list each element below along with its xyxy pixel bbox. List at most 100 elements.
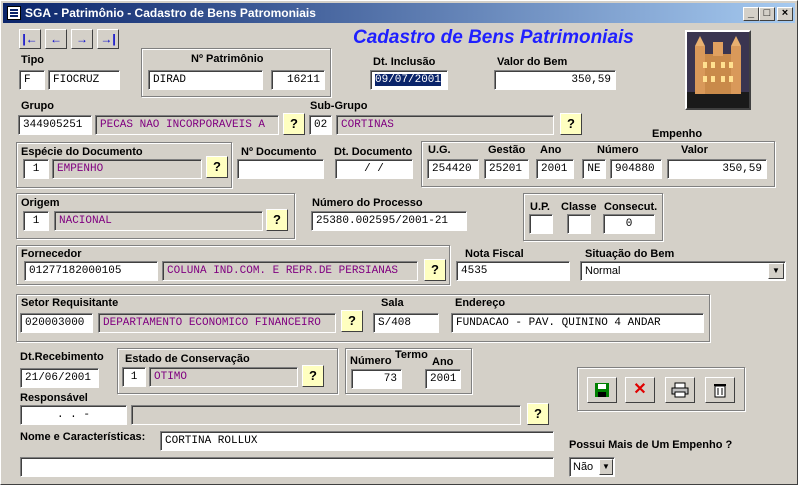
responsavel-label: Responsável (20, 392, 88, 404)
cancel-x-icon: ✕ (633, 381, 647, 398)
subgrupo-code-field[interactable]: 02 (309, 115, 332, 135)
origem-name-field[interactable]: NACIONAL (54, 211, 263, 231)
page-title: Cadastro de Bens Patrimoniais (353, 27, 634, 48)
origem-lookup-button[interactable]: ? (266, 209, 288, 231)
grupo-lookup-button[interactable]: ? (283, 113, 305, 135)
ne-field[interactable]: NE (582, 159, 606, 179)
empenho-label: Empenho (652, 128, 703, 140)
ano-field[interactable]: 2001 (536, 159, 574, 179)
patrimonio-label: Nº Patrimônio (191, 53, 264, 65)
window-title: SGA - Patrimônio - Cadastro de Bens Patr… (25, 6, 316, 20)
dt-documento-label: Dt. Documento (334, 146, 413, 158)
dt-inclusao-label: Dt. Inclusão (373, 56, 436, 68)
especie-name-field[interactable]: EMPENHO (52, 159, 202, 179)
setor-code-field[interactable]: 020003000 (20, 313, 93, 333)
estado-lookup-button[interactable]: ? (302, 365, 324, 387)
sala-label: Sala (381, 297, 404, 309)
responsavel-lookup-button[interactable]: ? (527, 403, 549, 425)
cancel-button[interactable]: ✕ (625, 377, 655, 403)
trash-icon (714, 384, 726, 398)
empenho-valor-field[interactable]: 350,59 (667, 159, 767, 179)
valor-bem-field[interactable]: 350,59 (494, 70, 616, 90)
nome-field[interactable]: CORTINA ROLLUX (160, 431, 554, 451)
chevron-down-icon[interactable]: ▼ (768, 263, 784, 279)
minimize-button[interactable]: _ (743, 7, 759, 21)
last-record-button[interactable]: →| (97, 29, 119, 49)
especie-lookup-button[interactable]: ? (206, 156, 228, 178)
close-button[interactable]: × (777, 7, 793, 21)
dt-recebimento-field[interactable]: 21/06/2001 (20, 368, 99, 388)
title-bar: SGA - Patrimônio - Cadastro de Bens Patr… (3, 3, 795, 23)
consecut-field[interactable]: 0 (603, 214, 655, 234)
endereco-label: Endereço (455, 297, 506, 309)
print-button[interactable] (665, 377, 695, 403)
subgrupo-lookup-button[interactable]: ? (560, 113, 582, 135)
fornecedor-name-field[interactable]: COLUNA IND.COM. E REPR.DE PERSIANAS (162, 261, 418, 281)
classe-field[interactable] (567, 214, 591, 234)
patrimonio-sigla-field[interactable]: DIRAD (148, 70, 263, 90)
tipo-label: Tipo (21, 54, 45, 66)
estado-code-field[interactable]: 1 (122, 367, 146, 387)
fornecedor-code-field[interactable]: 01277182000105 (24, 261, 158, 281)
subgrupo-label: Sub-Grupo (310, 100, 368, 112)
save-button[interactable] (587, 377, 617, 403)
tipo-code-field[interactable]: F (19, 70, 45, 90)
subgrupo-name-field[interactable]: CORTINAS (336, 115, 554, 135)
endereco-field[interactable]: FUNDACAO - PAV. QUININO 4 ANDAR (451, 313, 704, 333)
dt-documento-field[interactable]: / / (335, 159, 413, 179)
tipo-name-field[interactable]: FIOCRUZ (48, 70, 120, 90)
gestao-field[interactable]: 25201 (484, 159, 529, 179)
delete-button[interactable] (705, 377, 735, 403)
termo-label: Termo (395, 349, 428, 361)
estado-name-field[interactable]: OTIMO (149, 367, 298, 387)
first-record-button[interactable]: |← (19, 29, 41, 49)
valor-label: Valor (681, 144, 708, 156)
origem-code-field[interactable]: 1 (23, 211, 49, 231)
prev-record-button[interactable]: ← (45, 29, 67, 49)
nome-extra-field[interactable] (20, 457, 554, 477)
gestao-label: Gestão (488, 144, 526, 156)
nota-fiscal-field[interactable]: 4535 (456, 261, 570, 281)
up-label: U.P. (530, 201, 550, 213)
grupo-label: Grupo (21, 100, 54, 112)
especie-label: Espécie do Documento (21, 146, 143, 158)
termo-ano-label: Ano (432, 356, 454, 368)
maximize-button[interactable]: □ (759, 7, 775, 21)
sala-field[interactable]: S/408 (373, 313, 439, 333)
printer-icon (671, 382, 689, 398)
nome-label: Nome e Características: (20, 431, 146, 443)
dt-inclusao-field[interactable]: 09/07/2001 (370, 70, 448, 90)
consecut-label: Consecut. (604, 201, 658, 213)
main-window: SGA - Patrimônio - Cadastro de Bens Patr… (0, 0, 798, 485)
ug-field[interactable]: 254420 (427, 159, 479, 179)
grupo-name-field[interactable]: PECAS NAO INCORPORAVEIS A (95, 115, 279, 135)
situacao-label: Situação do Bem (585, 248, 675, 260)
responsavel-code-field[interactable]: . . - (20, 405, 127, 425)
numero-label: Número (597, 144, 639, 156)
setor-lookup-button[interactable]: ? (341, 310, 363, 332)
nota-fiscal-label: Nota Fiscal (465, 248, 524, 260)
next-record-button[interactable]: → (71, 29, 93, 49)
num-processo-field[interactable]: 25380.002595/2001-21 (311, 211, 467, 231)
num-processo-label: Número do Processo (312, 197, 423, 209)
ano-label: Ano (540, 144, 562, 156)
responsavel-name-field[interactable] (131, 405, 521, 425)
mais-empenho-label: Possui Mais de Um Empenho ? (569, 439, 733, 451)
especie-code-field[interactable]: 1 (23, 159, 49, 179)
app-icon (7, 6, 21, 20)
termo-ano-field[interactable]: 2001 (425, 369, 461, 389)
empenho-numero-field[interactable]: 904880 (610, 159, 662, 179)
patrimonio-number-field[interactable]: 16211 (271, 70, 325, 90)
situacao-select[interactable]: Normal (580, 261, 786, 281)
termo-numero-field[interactable]: 73 (351, 369, 402, 389)
setor-name-field[interactable]: DEPARTAMENTO ECONOMICO FINANCEIRO (98, 313, 336, 333)
grupo-code-field[interactable]: 344905251 (18, 115, 92, 135)
chevron-down-icon[interactable]: ▼ (599, 459, 613, 475)
dt-recebimento-label: Dt.Recebimento (20, 351, 104, 363)
setor-label: Setor Requisitante (21, 297, 119, 309)
n-documento-field[interactable] (237, 159, 324, 179)
fornecedor-lookup-button[interactable]: ? (424, 259, 446, 281)
ug-label: U.G. (428, 144, 451, 156)
save-disk-icon (595, 383, 609, 397)
up-field[interactable] (529, 214, 553, 234)
